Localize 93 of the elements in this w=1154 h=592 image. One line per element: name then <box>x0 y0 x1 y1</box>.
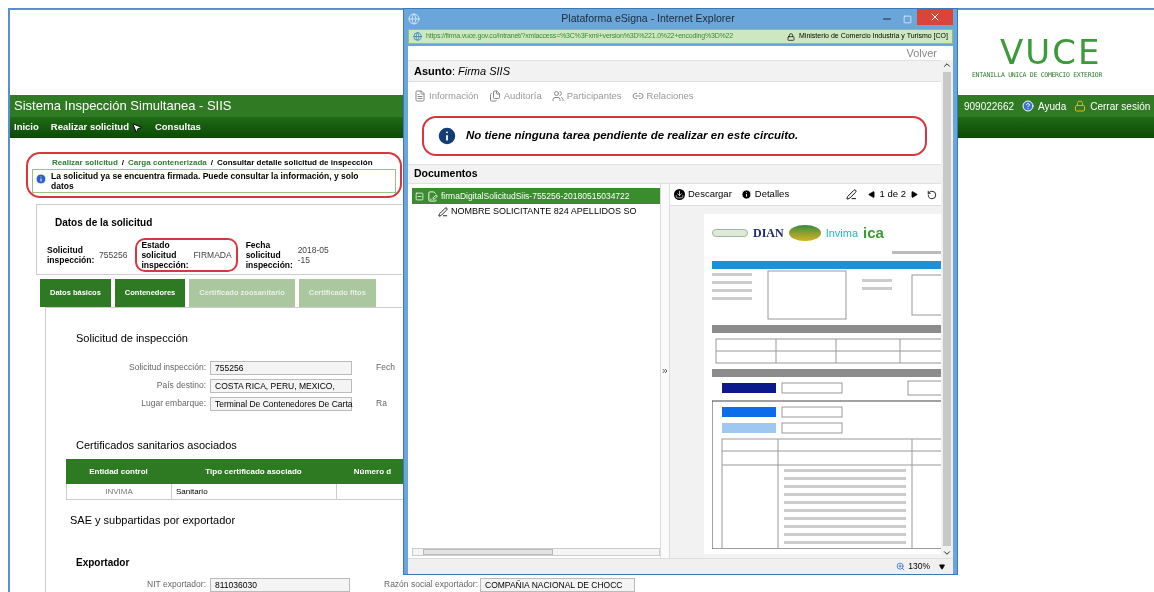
field-label: País destino: <box>155 379 207 392</box>
column-header: Entidad control <box>88 465 149 478</box>
breadcrumb-link[interactable]: Realizar solicitud <box>52 157 118 169</box>
users-icon <box>551 90 564 102</box>
input-field: COSTA RICA, PERU, MEXICO, <box>210 378 352 393</box>
action-link[interactable]: Información <box>414 88 479 104</box>
field-label: Fecha solicitud inspección: <box>245 240 290 270</box>
logo-text: DIAN <box>753 225 784 243</box>
field-value: 2018-05 -15 <box>297 245 329 265</box>
nav-link[interactable]: Consultas <box>154 120 201 135</box>
close-icon <box>929 11 941 23</box>
input-field: Terminal De Contenedores De Carta <box>210 396 352 411</box>
caret-icon[interactable] <box>939 563 945 570</box>
scrollbar-thumb[interactable] <box>423 549 553 555</box>
table-cell: INVIMA <box>66 484 171 499</box>
details-button[interactable]: Detalles <box>740 187 790 202</box>
tree-item[interactable]: firmaDigitalSolicitudSiis-755256-20180515034722 <box>412 188 660 204</box>
close-button[interactable] <box>917 9 953 25</box>
info-icon <box>35 173 47 185</box>
info-icon <box>740 189 752 200</box>
document-icon <box>414 90 426 102</box>
emblem-icon <box>788 225 821 242</box>
input-field: COMPAÑIA NACIONAL DE CHOCC <box>480 577 636 592</box>
app-title: Sistema Inspección Simultanea - SIIS <box>13 97 232 116</box>
breadcrumb-separator: / <box>121 157 125 169</box>
scroll-up-icon[interactable] <box>942 60 952 70</box>
action-link[interactable]: Participantes <box>551 88 622 104</box>
refresh-button[interactable] <box>927 189 937 200</box>
section-title: SAE y subpartidas por exportador <box>70 513 237 528</box>
field-label: Ra <box>376 397 387 410</box>
window-title: Plataforma eSigna - Internet Explorer <box>560 11 736 27</box>
column-header: Número d <box>352 465 393 478</box>
breadcrumb-link[interactable]: Carga contenerizada <box>128 157 207 169</box>
tree-label: NOMBRE SOLICITANTE 824 APELLIDOS SO <box>451 205 637 219</box>
zoom-icon <box>896 562 906 571</box>
message-text: No tiene ninguna tarea pendiente de realizar en este circuito. <box>466 128 799 144</box>
document-icon <box>427 190 438 202</box>
info-icon <box>436 125 458 147</box>
field-label: Solicitud inspección: <box>128 361 207 374</box>
section-title: Solicitud de inspección <box>76 331 189 346</box>
link-icon <box>631 90 644 102</box>
page-indicator: 1 de 2 <box>879 187 906 202</box>
field-label: Estado solicitud inspección: <box>141 240 186 270</box>
breadcrumb-separator: / <box>210 157 213 169</box>
field-label: Razón social exportador: <box>384 578 480 591</box>
help-icon <box>1022 100 1035 112</box>
logo-text: VUCE <box>1000 36 1102 67</box>
back-link[interactable]: Volver <box>906 46 937 60</box>
field-label: NIT exportador: <box>146 578 207 591</box>
section-header: Documentos <box>408 164 941 184</box>
lock-icon <box>1074 100 1087 112</box>
cursor-icon <box>130 121 143 134</box>
page-icon <box>413 32 422 41</box>
zoom-level: 130% <box>908 560 930 573</box>
help-link[interactable]: Ayuda <box>1038 98 1067 114</box>
next-page-button[interactable] <box>911 191 918 198</box>
column-header: Tipo certificado asociado <box>204 465 303 478</box>
pen-icon[interactable] <box>845 189 857 200</box>
table-cell: Sanitario <box>171 484 336 499</box>
logo-text: Invima <box>825 226 859 241</box>
action-link[interactable]: Relaciones <box>631 88 694 104</box>
input-field: 811036030 <box>210 577 350 592</box>
download-icon <box>674 189 685 200</box>
tree-item[interactable]: NOMBRE SOLICITANTE 824 APELLIDOS SO <box>438 204 660 220</box>
input-field: 755256 <box>210 360 352 375</box>
scroll-down-icon[interactable] <box>942 548 952 558</box>
field-value: FIRMADA <box>193 250 232 260</box>
logo-text: ica <box>863 223 884 243</box>
scrollbar-thumb[interactable] <box>943 72 951 546</box>
notice-text: La solicitud ya se encuentra firmada. Puede consultar la información, y solo datos <box>51 170 359 192</box>
expand-panel-icon[interactable] <box>661 367 669 375</box>
user-id: 909022662 <box>964 99 1015 114</box>
section-title: Exportador <box>76 555 131 570</box>
emblem-icon <box>712 229 748 238</box>
previous-page-button[interactable] <box>867 191 875 198</box>
nav-link[interactable]: Realizar solicitud <box>50 120 129 135</box>
tree-label: firmaDigitalSolicitudSiis-755256-20180515034722 <box>441 189 630 203</box>
section-title: Certificados sanitarios asociados <box>76 437 238 453</box>
summary-title: Datos de la solicitud <box>55 216 154 230</box>
field-label: Lugar embarque: <box>140 397 207 410</box>
action-link[interactable]: Auditoría <box>488 88 542 104</box>
subject-text: Asunto: Firma SIIS <box>414 63 510 79</box>
nav-link[interactable]: Inicio <box>14 120 39 135</box>
field-label: Fech <box>376 361 395 374</box>
download-button[interactable]: Descargar <box>674 187 732 202</box>
files-icon <box>488 90 501 102</box>
browser-icon <box>408 13 420 25</box>
field-value: 755256 <box>99 250 128 260</box>
signature-icon <box>438 207 448 217</box>
collapse-icon[interactable] <box>415 191 424 201</box>
lock-icon <box>787 32 795 41</box>
breadcrumb-current: Consultar detalle solicitud de inspección <box>216 157 373 169</box>
logout-link[interactable]: Cerrar sesión <box>1090 98 1151 114</box>
